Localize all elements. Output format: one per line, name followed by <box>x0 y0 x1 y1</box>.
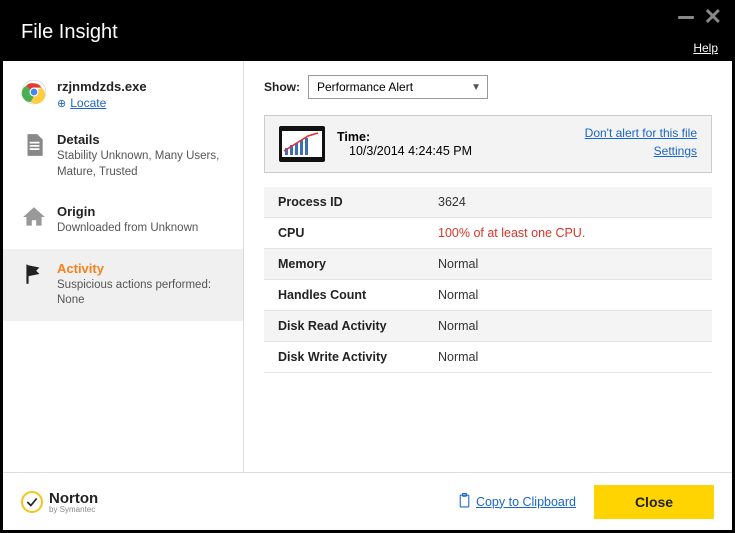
file-insight-window: File Insight ✕ Help <box>0 0 735 533</box>
table-row: Handles Count Normal <box>264 280 712 311</box>
settings-link[interactable]: Settings <box>585 144 697 158</box>
close-button[interactable]: Close <box>594 485 714 519</box>
flag-icon <box>21 261 47 287</box>
minimize-button[interactable] <box>678 16 694 19</box>
sidebar-item-sub: Downloaded from Unknown <box>57 221 198 237</box>
home-icon <box>21 204 47 230</box>
help-link[interactable]: Help <box>693 41 718 55</box>
sidebar-item-details[interactable]: Details Stability Unknown, Many Users, M… <box>3 120 243 192</box>
show-dropdown[interactable]: Performance Alert ▼ <box>308 75 488 99</box>
main-panel: Show: Performance Alert ▼ <box>244 61 732 472</box>
metric-key: Handles Count <box>278 288 438 302</box>
sidebar-item-activity[interactable]: Activity Suspicious actions performed: N… <box>3 249 243 321</box>
window-controls: ✕ <box>678 9 722 25</box>
show-row: Show: Performance Alert ▼ <box>264 75 712 99</box>
footer: Norton by Symantec Copy to Clipboard Clo… <box>3 472 732 530</box>
dont-alert-link[interactable]: Don't alert for this file <box>585 126 697 140</box>
sidebar-item-label: Details <box>57 132 229 147</box>
chrome-icon <box>21 79 47 105</box>
metric-key: Disk Read Activity <box>278 319 438 333</box>
sidebar-item-sub: Stability Unknown, Many Users, Mature, T… <box>57 149 229 180</box>
table-row: Disk Write Activity Normal <box>264 342 712 373</box>
footer-right: Copy to Clipboard Close <box>458 485 714 519</box>
show-label: Show: <box>264 80 300 94</box>
brand-name: Norton <box>49 490 98 507</box>
table-row: CPU 100% of at least one CPU. <box>264 218 712 249</box>
table-row: Process ID 3624 <box>264 187 712 218</box>
sidebar-item-origin[interactable]: Origin Downloaded from Unknown <box>3 192 243 249</box>
metric-key: Disk Write Activity <box>278 350 438 364</box>
table-row: Memory Normal <box>264 249 712 280</box>
time-label: Time: <box>337 130 472 144</box>
alert-meta-box: Time: 10/3/2014 4:24:45 PM Don't alert f… <box>264 115 712 173</box>
table-row: Disk Read Activity Normal <box>264 311 712 342</box>
metric-key: CPU <box>278 226 438 240</box>
metric-value: Normal <box>438 288 478 302</box>
metric-key: Process ID <box>278 195 438 209</box>
clipboard-icon <box>458 493 471 511</box>
sidebar-item-label: Activity <box>57 261 229 276</box>
window-close-button[interactable]: ✕ <box>704 9 722 25</box>
window-title: File Insight <box>21 21 118 44</box>
sidebar-item-sub: Suspicious actions performed: None <box>57 278 229 309</box>
metric-value: 3624 <box>438 195 466 209</box>
sidebar: rzjnmdzds.exe ⊕ Locate Details Stability… <box>3 61 243 472</box>
meta-links: Don't alert for this file Settings <box>585 126 697 162</box>
file-header: rzjnmdzds.exe ⊕ Locate <box>3 75 243 120</box>
time-info: Time: 10/3/2014 4:24:45 PM <box>337 130 472 158</box>
copy-to-clipboard-link[interactable]: Copy to Clipboard <box>458 493 576 511</box>
norton-check-icon <box>21 491 43 513</box>
metrics-table: Process ID 3624 CPU 100% of at least one… <box>264 187 712 373</box>
locate-icon: ⊕ <box>57 97 66 110</box>
chart-thumbnail-icon <box>279 126 325 162</box>
chevron-down-icon: ▼ <box>471 82 481 93</box>
body: rzjnmdzds.exe ⊕ Locate Details Stability… <box>3 61 732 472</box>
metric-value: Normal <box>438 350 478 364</box>
metric-value: Normal <box>438 257 478 271</box>
show-selected: Performance Alert <box>317 80 413 94</box>
sidebar-item-label: Origin <box>57 204 198 219</box>
file-name: rzjnmdzds.exe <box>57 79 147 94</box>
document-icon <box>21 132 47 158</box>
metric-value: 100% of at least one CPU. <box>438 226 585 240</box>
locate-link[interactable]: ⊕ Locate <box>57 96 147 110</box>
metric-key: Memory <box>278 257 438 271</box>
time-value: 10/3/2014 4:24:45 PM <box>349 144 472 158</box>
norton-brand: Norton by Symantec <box>21 490 98 514</box>
brand-byline: by Symantec <box>49 505 98 514</box>
metric-value: Normal <box>438 319 478 333</box>
titlebar: File Insight ✕ Help <box>3 3 732 61</box>
